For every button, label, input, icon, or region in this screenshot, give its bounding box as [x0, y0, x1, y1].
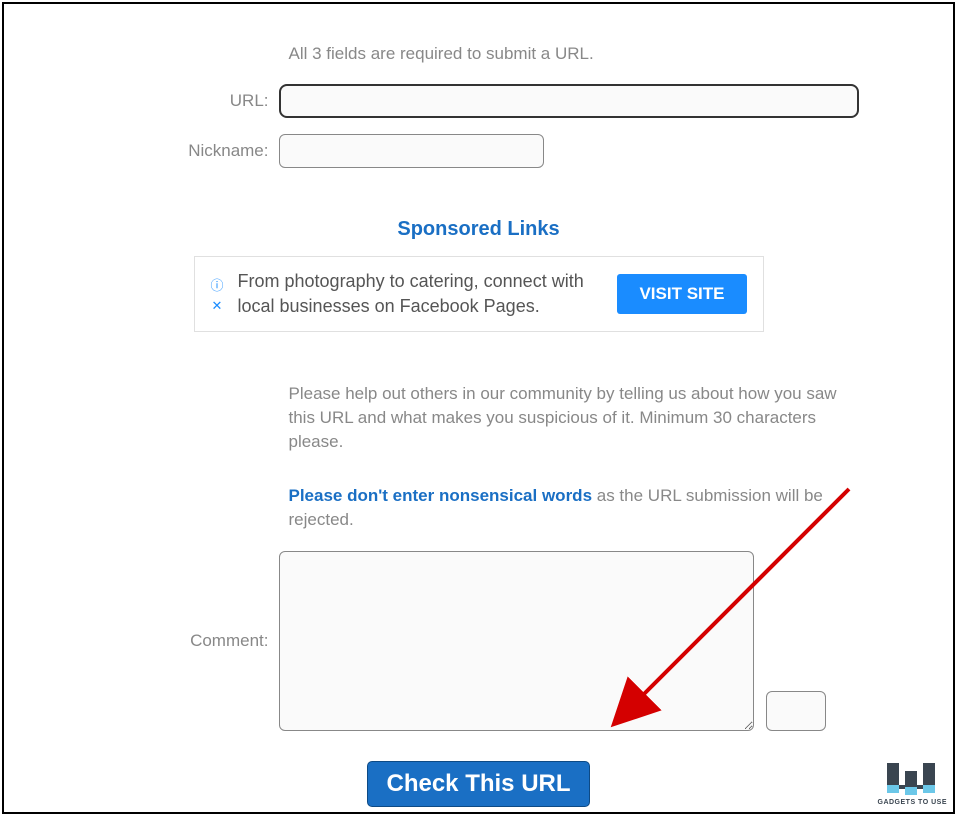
ad-icons: ⓘ ✕ [211, 275, 224, 314]
url-input[interactable] [279, 84, 859, 118]
url-label: URL: [89, 91, 279, 111]
sponsored-section: Sponsored Links ⓘ ✕ From photography to … [89, 218, 869, 332]
nickname-label: Nickname: [89, 141, 279, 161]
comment-label: Comment: [89, 631, 279, 651]
ad-box: ⓘ ✕ From photography to catering, connec… [194, 256, 764, 332]
close-icon[interactable]: ✕ [211, 298, 224, 314]
url-row: URL: [89, 84, 869, 118]
captcha-input[interactable] [766, 691, 826, 731]
nickname-row: Nickname: [89, 134, 869, 168]
nickname-input[interactable] [279, 134, 544, 168]
visit-site-button[interactable]: VISIT SITE [617, 274, 746, 314]
submit-row: Check This URL [89, 761, 869, 807]
comment-row: Comment: [89, 551, 869, 731]
warning-text: Please don't enter nonsensical words as … [289, 484, 849, 532]
logo-watermark: GADGETS TO USE [878, 761, 948, 806]
comment-textarea[interactable] [279, 551, 754, 731]
warning-bold: Please don't enter nonsensical words [289, 486, 593, 505]
instruction-text: All 3 fields are required to submit a UR… [289, 44, 869, 64]
sponsored-heading: Sponsored Links [89, 218, 869, 241]
logo-text: GADGETS TO USE [878, 799, 948, 806]
help-text: Please help out others in our community … [289, 382, 849, 453]
check-url-button[interactable]: Check This URL [367, 761, 589, 807]
gadgets-logo-icon [885, 761, 939, 797]
info-icon[interactable]: ⓘ [211, 275, 224, 294]
ad-text: From photography to catering, connect wi… [238, 269, 604, 319]
